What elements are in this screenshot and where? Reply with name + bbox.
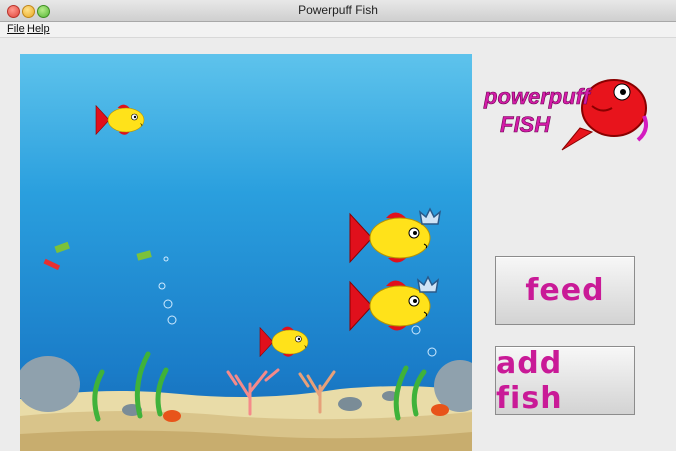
powerpuff-fish-logo: powerpuff FISH xyxy=(482,70,656,154)
menu-bar: File Help xyxy=(0,22,676,38)
window-title: Powerpuff Fish xyxy=(298,3,378,17)
logo-title: powerpuff xyxy=(483,84,593,109)
menu-file[interactable]: File xyxy=(7,23,25,35)
menu-help-label: Help xyxy=(27,23,50,35)
add-fish-button[interactable]: add fish xyxy=(495,345,635,416)
feed-button[interactable]: feed xyxy=(495,256,635,325)
menu-help[interactable]: Help xyxy=(27,23,50,35)
add-fish-button-label: add fish xyxy=(496,345,563,416)
title-bar: Powerpuff Fish xyxy=(0,0,676,22)
aquarium-tank xyxy=(20,54,472,451)
menu-file-label: File xyxy=(7,23,25,35)
feed-button-label: feed xyxy=(525,273,605,308)
logo-subtitle: FISH xyxy=(500,112,551,137)
